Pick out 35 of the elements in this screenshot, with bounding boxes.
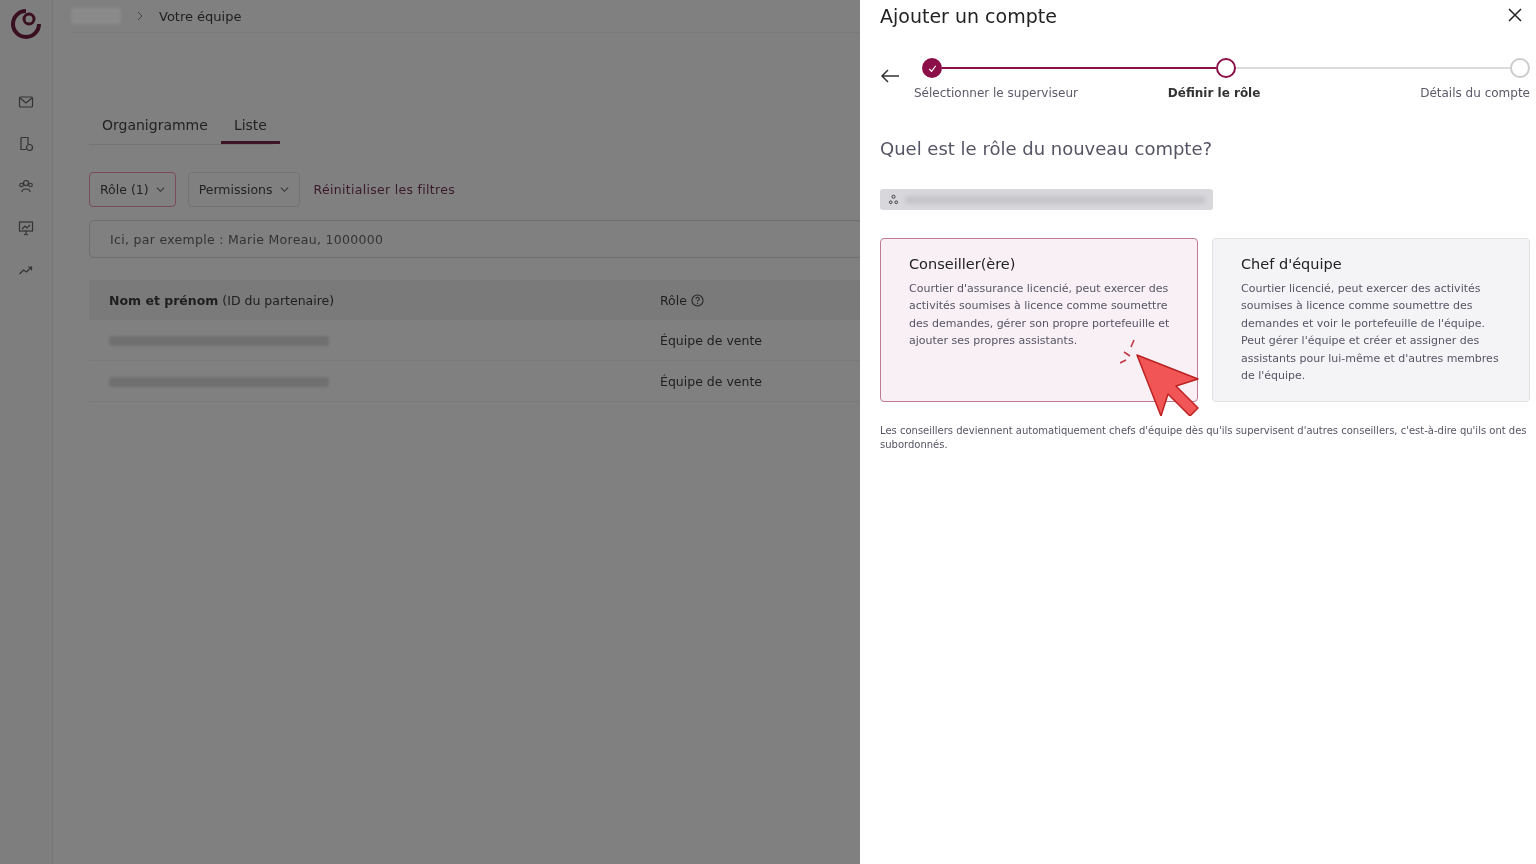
drawer-title: Ajouter un compte <box>880 5 1057 27</box>
role-option-card[interactable]: Conseiller(ère) Courtier d'assurance licencié, peut exercer des activités soumises à licence comme soumettre des demandes, gérer son propre portefeuille et ajouter ses propres assistants. <box>880 238 1198 402</box>
step-label: Sélectionner le superviseur <box>914 86 1078 100</box>
breadcrumb-current: Votre équipe <box>159 8 242 24</box>
help-icon[interactable] <box>690 293 704 307</box>
role-description: Courtier d'assurance licencié, peut exercer des activités soumises à licence comme soumettre des demandes, gérer son propre portefeuille et ajouter ses propres assistants. <box>909 281 1171 350</box>
close-icon <box>1508 7 1522 22</box>
tab[interactable]: Organigramme <box>89 111 221 144</box>
chevron-right-icon <box>135 11 145 21</box>
document-icon[interactable] <box>18 136 34 152</box>
role-title: Conseiller(ère) <box>909 256 1016 272</box>
step-label: Définir le rôle <box>1167 86 1261 100</box>
table-cell: Équipe de vente <box>660 373 763 389</box>
search-field[interactable]: Ici, par exemple : Marie Moreau, 1000000 <box>89 220 862 258</box>
info-note: Les conseillers deviennent automatiquement chefs d'équipe dès qu'ils supervisent d'autres conseillers, c'est-à-dire qu'ils ont des subordonnés. <box>880 424 1528 452</box>
table-cell: Équipe de vente <box>660 332 763 348</box>
step-label: Détails du compte <box>1420 86 1530 100</box>
role-description: Courtier licencié, peut exercer des activités soumises à licence comme soumettre des demandes et voir le portefeuille de l'équipe. Peut gérer l'équipe et créer et assigner des assistants pour lui-même et d'autres membres de l'équipe. <box>1241 281 1500 385</box>
question-heading: Quel est le rôle du nouveau compte? <box>880 138 1214 159</box>
filter-dropdown[interactable]: Rôle (1) <box>89 172 176 207</box>
role-title: Chef d'équipe <box>1241 256 1342 272</box>
role-option-card[interactable] <box>1212 238 1530 402</box>
column-header: Rôle <box>660 292 687 308</box>
chevron-down-icon <box>279 185 289 194</box>
cursor-arrow-icon <box>1120 338 1202 416</box>
tab[interactable]: Liste <box>220 111 280 144</box>
presentation-icon[interactable] <box>18 220 34 236</box>
chevron-down-icon <box>155 185 165 194</box>
hierarchy-icon <box>888 194 899 205</box>
reset-filters-link[interactable]: Réinitialiser les filtres <box>311 182 457 197</box>
column-header: Nom et prénom (ID du partenaire) <box>108 292 336 308</box>
filter-dropdown[interactable]: Permissions <box>187 172 300 207</box>
team-icon[interactable] <box>18 178 34 194</box>
logo-icon <box>10 8 42 40</box>
mail-icon[interactable] <box>18 94 34 110</box>
